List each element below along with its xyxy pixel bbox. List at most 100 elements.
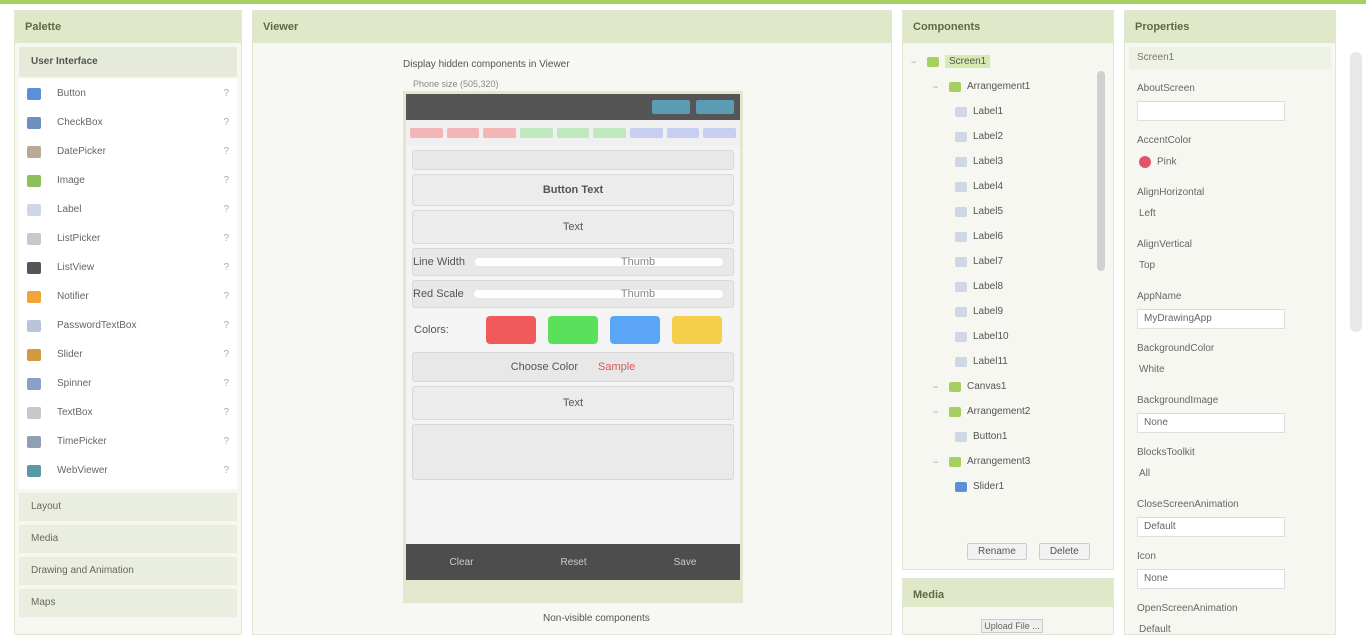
tree-item[interactable]: − Arrangement3	[911, 449, 1105, 474]
rename-button[interactable]: Rename	[967, 543, 1027, 560]
canvas-icon	[949, 381, 961, 392]
tree-item[interactable]: Label10	[911, 324, 1105, 349]
label-icon	[955, 281, 967, 292]
palette-item-webviewer[interactable]: WebViewer?	[19, 456, 237, 485]
preview-button-3[interactable]: Text	[412, 386, 734, 420]
tree-item[interactable]: Label5	[911, 199, 1105, 224]
tree-item[interactable]: Label4	[911, 174, 1105, 199]
property-value[interactable]: Left	[1137, 205, 1191, 225]
help-icon[interactable]: ?	[223, 407, 229, 418]
save-button[interactable]: Save	[674, 557, 697, 568]
palette-item-listview[interactable]: ListView?	[19, 253, 237, 282]
palette-category-maps[interactable]: Maps	[19, 589, 237, 617]
property-value-text: Left	[1139, 208, 1156, 219]
slider-icon	[955, 481, 967, 492]
palette-item-datepicker[interactable]: DatePicker?	[19, 137, 237, 166]
tree-item[interactable]: Button1	[911, 424, 1105, 449]
palette-category-drawing-and-animation[interactable]: Drawing and Animation	[19, 557, 237, 585]
display-hidden-checkbox[interactable]: Display hidden components in Viewer	[403, 59, 570, 70]
help-icon[interactable]: ?	[223, 233, 229, 244]
red-color-button[interactable]	[486, 316, 536, 344]
palette-item-notifier[interactable]: Notifier?	[19, 282, 237, 311]
collapse-toggle-icon[interactable]: −	[911, 57, 923, 67]
tree-item[interactable]: Label8	[911, 274, 1105, 299]
property-value-text: Default	[1144, 521, 1176, 532]
tree-item[interactable]: Label2	[911, 124, 1105, 149]
tree-item[interactable]: − Arrangement2	[911, 399, 1105, 424]
clear-button[interactable]: Clear	[450, 557, 474, 568]
palette-item-listpicker[interactable]: ListPicker?	[19, 224, 237, 253]
palette-item-passwordtextbox[interactable]: PasswordTextBox?	[19, 311, 237, 340]
upload-file-button[interactable]: Upload File ...	[981, 619, 1043, 633]
tree-item[interactable]: Label6	[911, 224, 1105, 249]
palette-category-user-interface[interactable]: User Interface	[19, 47, 237, 77]
yellow-color-button[interactable]	[672, 316, 722, 344]
green-color-button[interactable]	[548, 316, 598, 344]
property-value-text: None	[1144, 417, 1168, 428]
collapse-toggle-icon[interactable]: −	[933, 457, 945, 467]
property-alignhorizontal: AlignHorizontal Left	[1125, 187, 1335, 225]
property-value[interactable]: White	[1137, 361, 1191, 381]
tree-item[interactable]: Label7	[911, 249, 1105, 274]
palette-item-label[interactable]: Label?	[19, 195, 237, 224]
tree-item[interactable]: − Screen1	[911, 49, 1105, 74]
help-icon[interactable]: ?	[223, 117, 229, 128]
property-value[interactable]: Pink	[1137, 153, 1191, 173]
help-icon[interactable]: ?	[223, 88, 229, 99]
preview-button-1[interactable]: Button Text	[412, 174, 734, 206]
screen-icon	[927, 56, 939, 67]
components-scrollbar[interactable]	[1097, 71, 1105, 271]
tree-item[interactable]: Label3	[911, 149, 1105, 174]
help-icon[interactable]: ?	[223, 436, 229, 447]
tree-item[interactable]: − Arrangement1	[911, 74, 1105, 99]
collapse-toggle-icon[interactable]: −	[933, 82, 945, 92]
palette-item-textbox[interactable]: TextBox?	[19, 398, 237, 427]
help-icon[interactable]: ?	[223, 349, 229, 360]
tree-item[interactable]: Label1	[911, 99, 1105, 124]
collapse-toggle-icon[interactable]: −	[933, 407, 945, 417]
drawing-canvas[interactable]	[412, 424, 734, 480]
page-scrollbar[interactable]	[1350, 52, 1362, 332]
tree-item[interactable]: Label11	[911, 349, 1105, 374]
property-value[interactable]: None	[1137, 569, 1285, 589]
tree-item[interactable]: Label9	[911, 299, 1105, 324]
blue-color-button[interactable]	[610, 316, 660, 344]
help-icon[interactable]: ?	[223, 291, 229, 302]
help-icon[interactable]: ?	[223, 465, 229, 476]
property-value[interactable]: Default	[1137, 517, 1285, 537]
palette-category-media[interactable]: Media	[19, 525, 237, 553]
palette-item-button[interactable]: Button?	[19, 79, 237, 108]
palette-item-image[interactable]: Image?	[19, 166, 237, 195]
property-value[interactable]: MyDrawingApp	[1137, 309, 1285, 329]
line-width-label: Line Width	[413, 256, 465, 268]
help-icon[interactable]: ?	[223, 262, 229, 273]
help-icon[interactable]: ?	[223, 175, 229, 186]
reset-button[interactable]: Reset	[560, 557, 586, 568]
phone-size-dropdown[interactable]: Phone size (505,320)	[413, 79, 499, 89]
preview-button-2[interactable]: Text	[412, 210, 734, 244]
line-width-slider[interactable]	[474, 258, 723, 266]
property-value[interactable]: All	[1137, 465, 1191, 485]
palette-item-spinner[interactable]: Spinner?	[19, 369, 237, 398]
tree-item[interactable]: − Canvas1	[911, 374, 1105, 399]
palette-category-layout[interactable]: Layout	[19, 493, 237, 521]
property-value[interactable]	[1137, 101, 1285, 121]
help-icon[interactable]: ?	[223, 204, 229, 215]
palette-item-checkbox[interactable]: CheckBox?	[19, 108, 237, 137]
line-width-thumb: Thumb	[620, 256, 656, 268]
arrangement-icon	[949, 81, 961, 92]
property-value[interactable]: Top	[1137, 257, 1191, 277]
palette-item-slider[interactable]: Slider?	[19, 340, 237, 369]
tree-item[interactable]: Slider1	[911, 474, 1105, 499]
property-value[interactable]: None	[1137, 413, 1285, 433]
collapse-toggle-icon[interactable]: −	[933, 382, 945, 392]
help-icon[interactable]: ?	[223, 146, 229, 157]
help-icon[interactable]: ?	[223, 320, 229, 331]
delete-button[interactable]: Delete	[1038, 543, 1090, 560]
help-icon[interactable]: ?	[223, 378, 229, 389]
tree-item-label: Canvas1	[967, 381, 1007, 392]
palette-item-timepicker[interactable]: TimePicker?	[19, 427, 237, 456]
property-value[interactable]: Default	[1137, 621, 1191, 635]
components-title: Components	[903, 11, 1113, 43]
red-scale-slider[interactable]	[473, 290, 723, 298]
